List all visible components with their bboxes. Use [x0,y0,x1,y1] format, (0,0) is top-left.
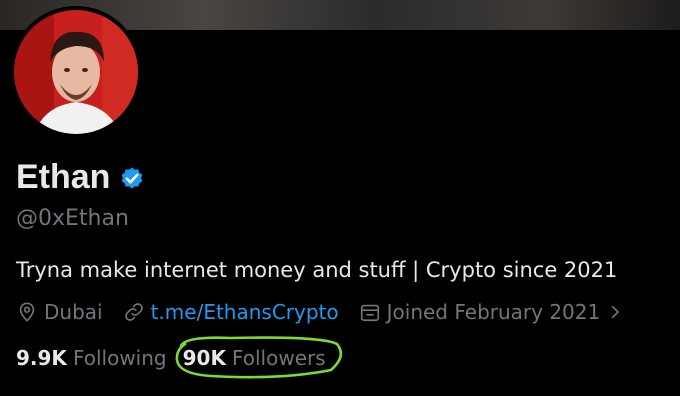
verified-badge-icon[interactable] [118,164,146,192]
location-pin-icon [19,302,35,322]
avatar[interactable] [10,6,142,138]
profile-bio: Tryna make internet money and stuff | Cr… [16,258,618,282]
joined-item[interactable]: Joined February 2021 [359,300,625,324]
followers-stat[interactable]: 90K Followers [175,336,342,379]
profile-stats: 9.9K Following 90K Followers [16,336,342,379]
following-stat[interactable]: 9.9K Following [16,346,167,370]
profile-link[interactable]: t.me/EthansCrypto [151,300,339,324]
user-handle: @0xEthan [16,206,129,231]
location-item: Dubai [16,300,103,324]
joined-text: Joined February 2021 [386,300,601,324]
name-row: Ethan [16,158,146,197]
calendar-icon [360,304,379,322]
link-icon [124,303,143,321]
following-count: 9.9K [16,346,67,370]
link-item[interactable]: t.me/EthansCrypto [123,300,339,324]
followers-count: 90K [182,346,226,370]
avatar-image [14,10,138,134]
chevron-right-icon[interactable] [606,303,624,321]
following-label: Following [72,346,167,370]
location-text: Dubai [44,300,103,324]
profile-meta: Dubai t.me/EthansCrypto Joined February … [16,300,644,324]
display-name: Ethan [16,158,111,196]
followers-label: Followers [231,346,326,370]
